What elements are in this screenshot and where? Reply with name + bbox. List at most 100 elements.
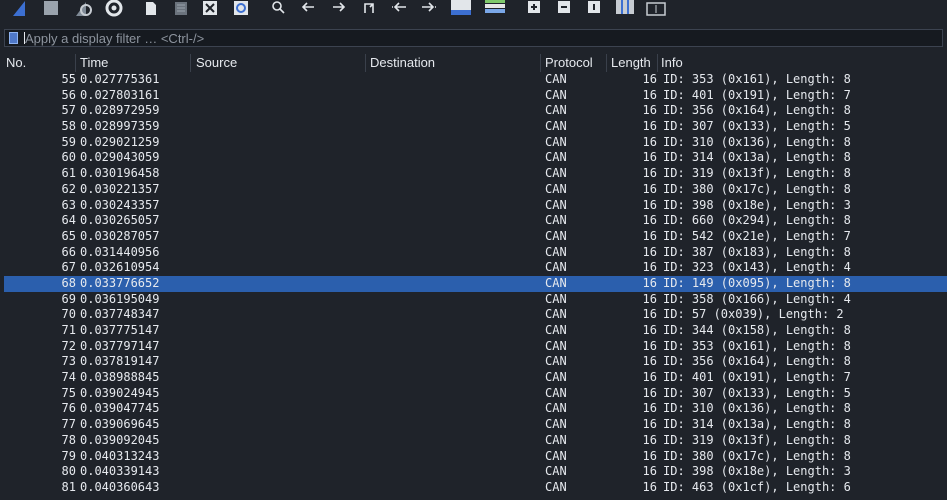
column-header-length[interactable]: Length bbox=[611, 55, 651, 71]
packet-time: 0.039069645 bbox=[80, 417, 160, 432]
packet-number: 74 bbox=[61, 370, 76, 385]
packet-number: 76 bbox=[61, 401, 76, 416]
packet-row[interactable]: 74 0.038988845 CAN 16 ID: 401 (0x191), Lengt… bbox=[0, 370, 947, 386]
packet-protocol: CAN bbox=[545, 244, 567, 259]
packet-row[interactable]: 76 0.039047745 CAN 16 ID: 310 (0x136), Lengt… bbox=[0, 401, 947, 417]
packet-row[interactable]: 62 0.030221357 CAN 16 ID: 380 (0x17c), Lengt… bbox=[0, 182, 947, 198]
column-header-source[interactable]: Source bbox=[196, 55, 237, 71]
bookmark-icon[interactable] bbox=[9, 32, 18, 44]
packet-row[interactable]: 73 0.037819147 CAN 16 ID: 356 (0x164), Lengt… bbox=[0, 354, 947, 370]
packet-time: 0.033776652 bbox=[80, 275, 160, 290]
column-divider[interactable] bbox=[606, 54, 607, 72]
packet-number: 67 bbox=[61, 260, 76, 275]
column-header-time[interactable]: Time bbox=[80, 55, 108, 71]
packet-length: 16 bbox=[642, 166, 657, 181]
packet-info: ID: 319 (0x13f), Length: 8 bbox=[663, 432, 851, 447]
packet-row[interactable]: 60 0.029043059 CAN 16 ID: 314 (0x13a), Lengt… bbox=[0, 150, 947, 166]
go-back-icon[interactable] bbox=[297, 0, 319, 18]
packet-row[interactable]: 58 0.028997359 CAN 16 ID: 307 (0x133), Lengt… bbox=[0, 119, 947, 135]
packet-row[interactable]: 57 0.028972959 CAN 16 ID: 356 (0x164), Lengt… bbox=[0, 103, 947, 119]
save-file-icon[interactable] bbox=[170, 0, 192, 18]
column-divider[interactable] bbox=[540, 54, 541, 72]
packet-row[interactable]: 63 0.030243357 CAN 16 ID: 398 (0x18e), Lengt… bbox=[0, 198, 947, 214]
packet-number: 71 bbox=[61, 323, 76, 337]
packet-info: ID: 660 (0x294), Length: 8 bbox=[663, 213, 851, 228]
packet-row[interactable]: 59 0.029021259 CAN 16 ID: 310 (0x136), Lengt… bbox=[0, 135, 947, 151]
open-file-icon[interactable] bbox=[140, 0, 162, 18]
packet-protocol: CAN bbox=[545, 401, 567, 416]
packet-row[interactable]: 77 0.039069645 CAN 16 ID: 314 (0x13a), Lengt… bbox=[0, 417, 947, 433]
column-divider[interactable] bbox=[75, 54, 76, 72]
packet-info: ID: 401 (0x191), Length: 7 bbox=[663, 87, 851, 102]
shark-fin-start-icon[interactable] bbox=[10, 0, 32, 18]
packet-row[interactable]: 65 0.030287057 CAN 16 ID: 542 (0x21e), Lengt… bbox=[0, 229, 947, 245]
packet-row[interactable]: 75 0.039024945 CAN 16 ID: 307 (0x133), Lengt… bbox=[0, 386, 947, 402]
zoom-out-icon[interactable] bbox=[553, 0, 575, 18]
packet-time: 0.029043059 bbox=[80, 150, 160, 165]
normal-size-icon[interactable] bbox=[583, 0, 605, 18]
packet-row[interactable]: 80 0.040339143 CAN 16 ID: 398 (0x18e), Lengt… bbox=[0, 464, 947, 480]
packet-info: ID: 401 (0x191), Length: 7 bbox=[663, 370, 851, 385]
packet-info: ID: 380 (0x17c), Length: 8 bbox=[663, 448, 851, 463]
packet-info: ID: 314 (0x13a), Length: 8 bbox=[663, 150, 851, 165]
expand-icon[interactable] bbox=[645, 0, 667, 18]
packet-row[interactable]: 69 0.036195049 CAN 16 ID: 358 (0x166), Lengt… bbox=[0, 292, 947, 308]
column-header-protocol[interactable]: Protocol bbox=[545, 55, 593, 71]
packet-protocol: CAN bbox=[545, 291, 567, 306]
packet-info: ID: 356 (0x164), Length: 8 bbox=[663, 354, 851, 369]
autoscroll-icon[interactable] bbox=[450, 0, 472, 18]
packet-row[interactable]: 68 0.033776652 CAN 16 ID: 149 (0x095), Lengt… bbox=[4, 275, 947, 292]
packet-time: 0.029021259 bbox=[80, 134, 160, 149]
go-forward-icon[interactable] bbox=[328, 0, 350, 18]
packet-row[interactable]: 61 0.030196458 CAN 16 ID: 319 (0x13f), Lengt… bbox=[0, 166, 947, 182]
packet-number: 58 bbox=[61, 119, 76, 134]
packet-protocol: CAN bbox=[545, 479, 567, 494]
packet-protocol: CAN bbox=[545, 103, 567, 118]
display-filter-input[interactable] bbox=[25, 30, 925, 46]
packet-info: ID: 307 (0x133), Length: 5 bbox=[663, 385, 851, 400]
packet-row[interactable]: 56 0.027803161 CAN 16 ID: 401 (0x191), Lengt… bbox=[0, 88, 947, 104]
go-to-packet-icon[interactable] bbox=[358, 0, 380, 18]
column-header-no[interactable]: No. bbox=[6, 55, 26, 71]
resize-columns-icon[interactable] bbox=[614, 0, 636, 18]
close-file-icon[interactable] bbox=[199, 0, 221, 18]
packet-row[interactable]: 55 0.027775361 CAN 16 ID: 353 (0x161), Lengt… bbox=[0, 72, 947, 88]
packet-time: 0.028997359 bbox=[80, 119, 160, 134]
stop-icon[interactable] bbox=[40, 0, 62, 18]
column-header-destination[interactable]: Destination bbox=[370, 55, 435, 71]
restart-icon[interactable] bbox=[72, 0, 94, 18]
packet-row[interactable]: 72 0.037797147 CAN 16 ID: 353 (0x161), Lengt… bbox=[0, 339, 947, 355]
packet-row[interactable]: 78 0.039092045 CAN 16 ID: 319 (0x13f), Lengt… bbox=[0, 433, 947, 449]
packet-time: 0.037748347 bbox=[80, 307, 160, 322]
go-first-icon[interactable] bbox=[388, 0, 410, 18]
packet-protocol: CAN bbox=[545, 87, 567, 102]
zoom-in-icon[interactable] bbox=[523, 0, 545, 18]
packet-row[interactable]: 71 0.037775147 CAN 16 ID: 344 (0x158), Lengt… bbox=[0, 323, 947, 339]
column-divider[interactable] bbox=[190, 54, 191, 72]
packet-row[interactable]: 81 0.040360643 CAN 16 ID: 463 (0x1cf), Lengt… bbox=[0, 480, 947, 496]
packet-protocol: CAN bbox=[545, 228, 567, 243]
packet-row[interactable]: 66 0.031440956 CAN 16 ID: 387 (0x183), Lengt… bbox=[0, 245, 947, 261]
capture-options-icon[interactable] bbox=[103, 0, 125, 18]
packet-time: 0.030196458 bbox=[80, 166, 160, 181]
packet-time: 0.036195049 bbox=[80, 291, 160, 306]
packet-row[interactable]: 70 0.037748347 CAN 16 ID: 57 (0x039), Length… bbox=[0, 307, 947, 323]
go-last-icon[interactable] bbox=[418, 0, 440, 18]
packet-length: 16 bbox=[642, 244, 657, 259]
column-header-info[interactable]: Info bbox=[661, 55, 683, 71]
packet-length: 16 bbox=[642, 228, 657, 243]
packet-length: 16 bbox=[642, 134, 657, 149]
packet-row[interactable]: 64 0.030265057 CAN 16 ID: 660 (0x294), Lengt… bbox=[0, 213, 947, 229]
packet-row[interactable]: 67 0.032610954 CAN 16 ID: 323 (0x143), Lengt… bbox=[0, 260, 947, 276]
packet-number: 69 bbox=[61, 291, 76, 306]
packet-row[interactable]: 79 0.040313243 CAN 16 ID: 380 (0x17c), Lengt… bbox=[0, 449, 947, 465]
packet-length: 16 bbox=[642, 479, 657, 494]
packet-length: 16 bbox=[642, 323, 657, 337]
reload-icon[interactable] bbox=[230, 0, 252, 18]
find-icon[interactable] bbox=[267, 0, 289, 18]
packet-info: ID: 358 (0x166), Length: 4 bbox=[663, 291, 851, 306]
column-divider[interactable] bbox=[657, 54, 658, 72]
colorize-icon[interactable] bbox=[484, 0, 506, 18]
column-divider[interactable] bbox=[365, 54, 366, 72]
packet-length: 16 bbox=[642, 197, 657, 212]
